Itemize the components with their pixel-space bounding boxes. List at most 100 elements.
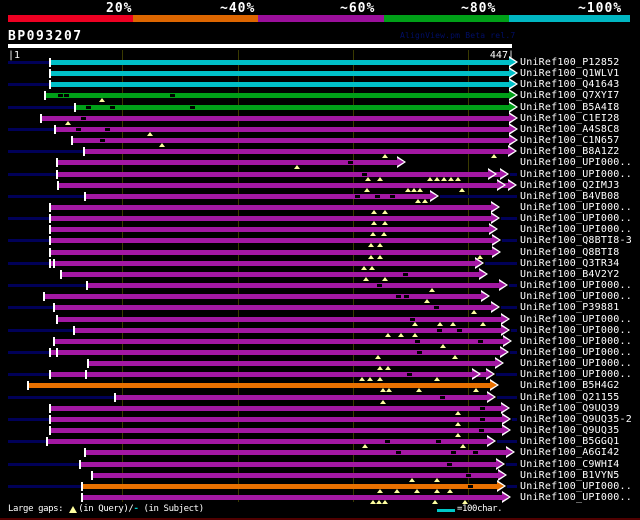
hit-label[interactable]: UniRef100_UPI000..	[520, 224, 632, 235]
alignment-bar[interactable]	[50, 417, 502, 422]
hit-label[interactable]: UniRef100_P39881	[520, 302, 620, 313]
hit-label[interactable]: UniRef100_Q41643	[520, 79, 620, 90]
alignment-bar[interactable]	[57, 317, 501, 322]
hit-label[interactable]: UniRef100_A4S8C8	[520, 124, 620, 135]
alignment-bar[interactable]	[115, 395, 487, 400]
coverage-underlay-left	[8, 418, 49, 421]
alignment-bar[interactable]	[82, 495, 502, 500]
arrowhead-icon	[508, 147, 515, 155]
alignment-bar[interactable]	[50, 428, 502, 433]
hit-label[interactable]: UniRef100_C1N657	[520, 135, 620, 146]
hsp-start-tick	[53, 259, 55, 268]
hit-label[interactable]: UniRef100_B5A4I8	[520, 102, 620, 113]
hit-label[interactable]: UniRef100_Q9UQ35-2	[520, 414, 632, 425]
alignment-bar[interactable]	[61, 272, 479, 277]
alignment-bar[interactable]	[50, 205, 491, 210]
alignment-bar[interactable]	[88, 361, 495, 366]
hsp-start-tick	[49, 415, 51, 424]
hit-label[interactable]: UniRef100_UPI000..	[520, 347, 632, 358]
scale-bar-icon	[437, 509, 455, 512]
hit-label[interactable]: UniRef100_UPI000..	[520, 358, 632, 369]
alignment-bar[interactable]	[54, 305, 491, 310]
alignment-bar[interactable]	[80, 462, 496, 467]
hit-label[interactable]: UniRef100_B8A1Z2	[520, 146, 620, 157]
hit-label[interactable]: UniRef100_UPI000..	[520, 169, 632, 180]
alignment-bar[interactable]	[50, 227, 489, 232]
query-gap-marker-icon	[371, 221, 377, 225]
alignment-bar[interactable]	[50, 406, 501, 411]
alignment-bar[interactable]	[45, 93, 509, 98]
alignment-bar[interactable]	[54, 339, 503, 344]
hit-label[interactable]: UniRef100_B4V2Y2	[520, 269, 620, 280]
alignment-bar[interactable]	[50, 250, 492, 255]
hit-label[interactable]: UniRef100_Q9UQ39	[520, 403, 620, 414]
alignment-bar[interactable]	[50, 216, 491, 221]
query-gap-marker-icon	[409, 478, 415, 482]
hit-label[interactable]: UniRef100_B1VYN5	[520, 470, 620, 481]
alignment-bar[interactable]	[50, 82, 509, 87]
alignment-bar[interactable]	[50, 350, 500, 355]
alignment-bar[interactable]	[84, 149, 508, 154]
hit-label[interactable]: UniRef100_UPI000..	[520, 336, 632, 347]
hit-label[interactable]: UniRef100_UPI000..	[520, 325, 632, 336]
subject-gap-dash	[447, 463, 452, 466]
query-gap-marker-icon	[369, 266, 375, 270]
key-segment-cyan	[509, 15, 630, 22]
hit-label[interactable]: UniRef100_UPI000..	[520, 314, 632, 325]
hit-label[interactable]: UniRef100_C1EI28	[520, 113, 620, 124]
hit-label[interactable]: UniRef100_A6GI42	[520, 447, 620, 458]
hit-label[interactable]: UniRef100_Q9UQ35	[520, 425, 620, 436]
hit-label[interactable]: UniRef100_UPI000..	[520, 280, 632, 291]
alignment-bar[interactable]	[50, 372, 486, 377]
alignment-bar[interactable]	[41, 116, 509, 121]
hit-label[interactable]: UniRef100_UPI000..	[520, 157, 632, 168]
alignment-bar[interactable]	[72, 138, 509, 143]
hit-label[interactable]: UniRef100_C9WHI4	[520, 459, 620, 470]
subject-gap-dash	[58, 94, 63, 97]
alignment-bar[interactable]	[85, 450, 506, 455]
alignment-bar[interactable]	[50, 238, 492, 243]
hit-label[interactable]: UniRef100_UPI000..	[520, 202, 632, 213]
key-segment-green	[384, 15, 509, 22]
subject-gap-dash	[348, 161, 353, 164]
hit-label[interactable]: UniRef100_P12852	[520, 57, 620, 68]
hit-label[interactable]: UniRef100_UPI000..	[520, 492, 632, 503]
hit-label[interactable]: UniRef100_Q2IMJ3	[520, 180, 620, 191]
alignment-bar[interactable]	[47, 439, 487, 444]
alignment-bar[interactable]	[55, 127, 509, 132]
coverage-underlay-left	[8, 150, 83, 153]
hit-label[interactable]: UniRef100_UPI000..	[520, 481, 632, 492]
hit-label[interactable]: UniRef100_UPI000..	[520, 213, 632, 224]
hit-label[interactable]: UniRef100_Q8BTI8-3	[520, 235, 632, 246]
hit-label[interactable]: UniRef100_B4VB08	[520, 191, 620, 202]
alignment-bar[interactable]	[57, 160, 397, 165]
alignment-bar[interactable]	[50, 60, 509, 65]
alignment-bar[interactable]	[87, 283, 499, 288]
hit-label[interactable]: UniRef100_Q21155	[520, 392, 620, 403]
hit-label[interactable]: UniRef100_Q8BTI8	[520, 247, 620, 258]
hit-label[interactable]: UniRef100_UPI000..	[520, 291, 632, 302]
query-gap-marker-icon	[382, 277, 388, 281]
hit-label[interactable]: UniRef100_B5H4G2	[520, 380, 620, 391]
subject-gap-dash	[396, 451, 401, 454]
alignment-bar[interactable]	[50, 261, 475, 266]
query-gap-icon	[69, 505, 78, 513]
alignment-bar[interactable]	[50, 71, 509, 76]
subject-gap-dash	[436, 440, 441, 443]
query-gap-marker-icon	[377, 177, 383, 181]
alignment-bar[interactable]	[44, 294, 481, 299]
query-gap-marker-icon	[65, 121, 71, 125]
coverage-underlay-left	[8, 239, 49, 242]
alignment-bar[interactable]	[58, 183, 508, 188]
hsp-start-tick	[53, 337, 55, 346]
hit-label[interactable]: UniRef100_UPI000..	[520, 369, 632, 380]
hit-label[interactable]: UniRef100_Q1WLV1	[520, 68, 620, 79]
hit-label[interactable]: UniRef100_B5GGQ1	[520, 436, 620, 447]
hit-label[interactable]: UniRef100_Q7XYI7	[520, 90, 620, 101]
hit-label[interactable]: UniRef100_Q3TR34	[520, 258, 620, 269]
arrowhead-icon	[509, 103, 516, 111]
hsp-start-tick	[49, 225, 51, 234]
alignment-bar[interactable]	[75, 105, 509, 110]
arrowhead-icon	[486, 370, 493, 378]
gap-legend: Large gaps: (in Query)/ - (in Subject)	[8, 504, 204, 514]
